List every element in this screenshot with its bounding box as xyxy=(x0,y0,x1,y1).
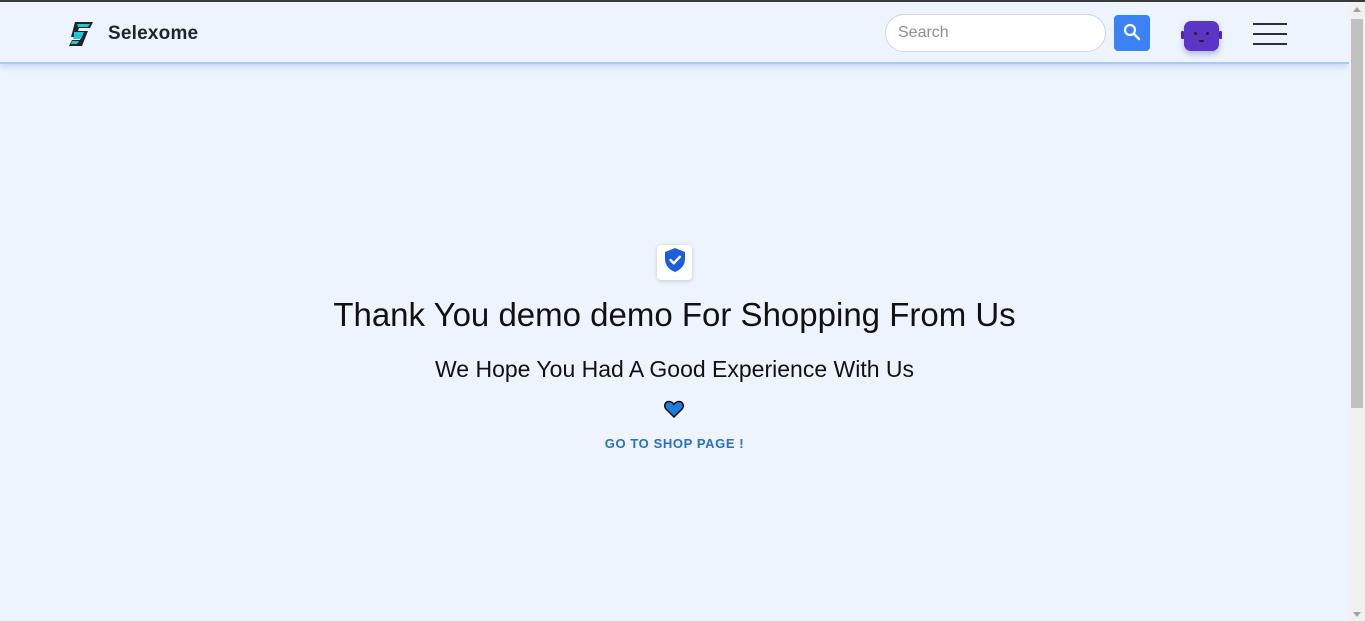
menu-bar-top xyxy=(1253,23,1287,25)
brand-name: Selexome xyxy=(108,23,199,44)
search-icon xyxy=(1123,23,1141,44)
vertical-scrollbar[interactable] xyxy=(1349,2,1365,621)
menu-bar-bottom xyxy=(1253,43,1287,45)
verified-shield-icon xyxy=(664,247,686,278)
search-button[interactable] xyxy=(1114,15,1150,51)
search-input[interactable] xyxy=(885,14,1106,52)
avatar-eye-left xyxy=(1194,32,1197,35)
brand-link[interactable]: Selexome xyxy=(66,20,198,48)
scroll-down-arrow-icon[interactable] xyxy=(1353,612,1361,617)
scrollbar-thumb[interactable] xyxy=(1351,19,1363,408)
verified-badge xyxy=(657,245,692,280)
avatar-mouth xyxy=(1199,40,1204,42)
go-to-shop-link[interactable]: GO TO SHOP PAGE ! xyxy=(0,436,1349,451)
page-title: Thank You demo demo For Shopping From Us xyxy=(333,296,1016,333)
page-subtitle: We Hope You Had A Good Experience With U… xyxy=(434,356,915,382)
brand-logo-icon xyxy=(66,20,96,48)
heart-icon xyxy=(664,400,684,419)
robot-avatar-icon[interactable] xyxy=(1181,21,1222,51)
navbar: Selexome xyxy=(0,2,1349,64)
avatar-eye-right xyxy=(1206,32,1209,35)
scroll-up-arrow-icon[interactable] xyxy=(1353,7,1361,12)
menu-bar-middle xyxy=(1253,33,1287,35)
avatar-ear-right xyxy=(1219,31,1222,39)
avatar-ear-left xyxy=(1181,31,1184,39)
thank-you-section: Thank You demo demo For Shopping From Us… xyxy=(0,66,1349,621)
hamburger-menu-icon[interactable] xyxy=(1253,23,1287,47)
